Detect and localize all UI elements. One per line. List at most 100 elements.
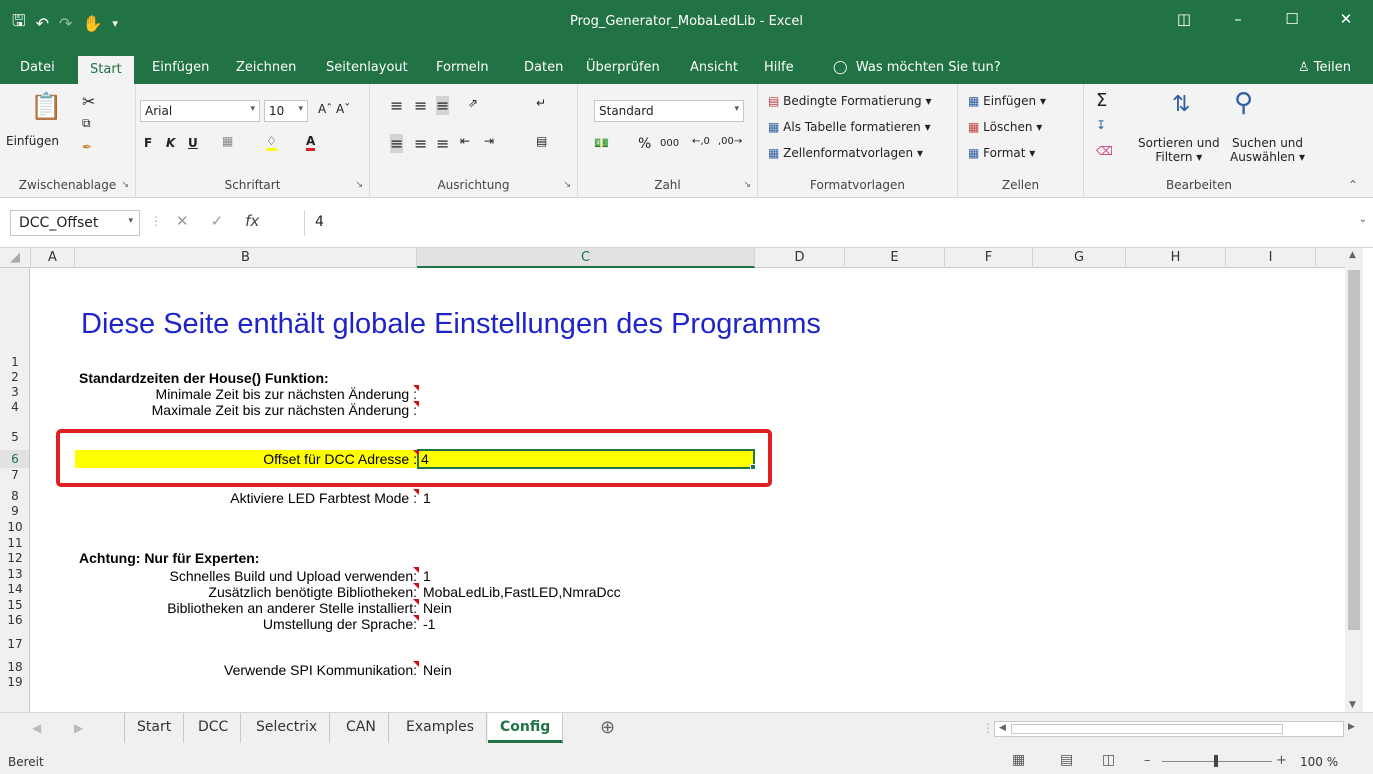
row-header[interactable]: 15 — [0, 598, 29, 613]
column-header-f[interactable]: F — [945, 248, 1033, 268]
column-header-e[interactable]: E — [845, 248, 945, 268]
grow-font-icon[interactable]: Aˆ Aˇ — [318, 102, 350, 116]
tab-ansicht[interactable]: Ansicht — [682, 58, 746, 77]
row-header[interactable]: 16 — [0, 613, 29, 628]
format-painter-icon[interactable]: ✒ — [82, 140, 92, 154]
column-header-d[interactable]: D — [755, 248, 845, 268]
merge-center-icon[interactable]: ▤ — [536, 134, 547, 148]
fast-build-value[interactable]: 1 — [423, 568, 431, 584]
orientation-icon[interactable]: ⇗ — [468, 96, 478, 110]
column-header-c[interactable]: C — [417, 248, 755, 268]
font-size-select[interactable]: 10 ▾ — [264, 100, 308, 122]
collapse-ribbon-icon[interactable]: ⌃ — [1348, 178, 1358, 192]
sheet-tab-selectrix[interactable]: Selectrix — [244, 713, 331, 743]
formula-input[interactable]: 4 — [304, 210, 1353, 236]
dialog-launcher-icon[interactable]: ↘ — [743, 180, 751, 190]
italic-button[interactable]: K — [166, 136, 175, 150]
next-sheet-icon[interactable]: ▶ — [74, 721, 83, 735]
tab-hilfe[interactable]: Hilfe — [756, 58, 802, 77]
bold-button[interactable]: F — [144, 136, 152, 150]
page-break-icon[interactable]: ◫ — [1102, 752, 1115, 768]
minimize-button[interactable]: – — [1211, 0, 1265, 40]
tab-formeln[interactable]: Formeln — [428, 58, 497, 77]
dialog-launcher-icon[interactable]: ↘ — [563, 180, 571, 190]
paste-button[interactable]: Einfügen — [6, 134, 59, 148]
tab-datei[interactable]: Datei — [12, 58, 63, 77]
format-as-table-button[interactable]: ▦ Als Tabelle formatieren ▾ — [768, 120, 931, 134]
scroll-thumb[interactable] — [1011, 724, 1283, 734]
row-header[interactable]: 14 — [0, 582, 29, 597]
tab-einfuegen[interactable]: Einfügen — [144, 58, 217, 77]
row-header[interactable]: 17 — [0, 637, 29, 652]
align-right-icon[interactable]: ≡ — [436, 134, 449, 153]
decrease-decimal-icon[interactable]: ,00→ — [718, 136, 742, 147]
tab-seitenlayout[interactable]: Seitenlayout — [318, 58, 416, 77]
sheet-tab-examples[interactable]: Examples — [394, 713, 488, 743]
scroll-left-icon[interactable]: ◀ — [999, 723, 1006, 733]
align-left-icon[interactable]: ≡ — [390, 134, 404, 153]
decrease-indent-icon[interactable]: ⇤ — [460, 134, 470, 148]
maximize-button[interactable]: ☐ — [1265, 0, 1319, 40]
ribbon-display-icon[interactable]: ◫ — [1157, 0, 1211, 40]
align-middle-icon[interactable]: ≡ — [414, 96, 427, 115]
row-header[interactable]: 6 — [0, 450, 29, 468]
language-value[interactable]: -1 — [423, 616, 435, 632]
drag-handle-icon[interactable]: ⋮ — [150, 214, 162, 228]
sheet-tab-start[interactable]: Start — [124, 713, 185, 743]
close-button[interactable]: ✕ — [1319, 0, 1373, 40]
row-header[interactable]: 13 — [0, 567, 29, 582]
add-sheet-icon[interactable]: ⊕ — [600, 717, 615, 738]
column-header-a[interactable]: A — [31, 248, 75, 268]
thousands-button[interactable]: 000 — [660, 138, 679, 149]
wrap-text-icon[interactable]: ↵ — [536, 96, 546, 110]
row-header[interactable]: 18 — [0, 660, 29, 675]
zoom-level[interactable]: 100 % — [1300, 755, 1338, 769]
sheet-tab-dcc[interactable]: DCC — [186, 713, 242, 743]
column-header-b[interactable]: B — [75, 248, 417, 268]
dialog-launcher-icon[interactable]: ↘ — [121, 180, 129, 190]
tab-daten[interactable]: Daten — [516, 58, 571, 77]
cell-styles-button[interactable]: ▦ Zellenformatvorlagen ▾ — [768, 146, 923, 160]
row-header[interactable]: 8 — [0, 489, 29, 504]
align-bottom-icon[interactable]: ≡ — [436, 96, 450, 115]
share-button[interactable]: ♙ Teilen — [1298, 60, 1351, 75]
scroll-down-icon[interactable]: ▼ — [1349, 700, 1356, 710]
select-all-corner[interactable]: ◢ — [0, 248, 31, 268]
worksheet[interactable]: Diese Seite enthält globale Einstellunge… — [31, 268, 1345, 712]
conditional-formatting-button[interactable]: ▤ Bedingte Formatierung ▾ — [768, 94, 931, 108]
insert-function-button[interactable]: fx — [245, 212, 259, 230]
tab-start[interactable]: Start — [78, 56, 134, 84]
borders-icon[interactable]: ▦ — [222, 134, 233, 148]
tell-me-search[interactable]: ◯ Was möchten Sie tun? — [833, 60, 1001, 75]
percent-button[interactable]: % — [638, 136, 651, 152]
row-header[interactable]: 3 — [0, 385, 29, 400]
fill-color-icon[interactable]: ♢ — [266, 134, 277, 151]
underline-button[interactable]: U — [188, 136, 198, 150]
number-format-select[interactable]: Standard ▾ — [594, 100, 744, 122]
row-header[interactable]: 19 — [0, 675, 29, 690]
row-header[interactable]: 2 — [0, 370, 29, 385]
clear-icon[interactable]: ⌫ — [1096, 144, 1113, 158]
fill-icon[interactable]: ↧ — [1096, 118, 1106, 132]
column-header-h[interactable]: H — [1126, 248, 1226, 268]
row-header[interactable]: 9 — [0, 504, 29, 519]
cancel-icon[interactable]: ✕ — [176, 212, 189, 230]
find-select-button[interactable]: Suchen und Auswählen ▾ — [1230, 136, 1305, 164]
sheet-tab-config[interactable]: Config — [488, 713, 564, 743]
row-header[interactable]: 5 — [0, 430, 29, 445]
align-top-icon[interactable]: ≡ — [390, 96, 403, 115]
delete-cells-button[interactable]: ▦ Löschen ▾ — [968, 120, 1042, 134]
zoom-slider-thumb[interactable] — [1214, 755, 1218, 767]
row-header[interactable]: 1 — [0, 355, 29, 370]
scroll-thumb[interactable] — [1348, 270, 1360, 630]
insert-cells-button[interactable]: ▦ Einfügen ▾ — [968, 94, 1046, 108]
page-layout-icon[interactable]: ▤ — [1060, 752, 1073, 768]
scroll-right-icon[interactable]: ▶ — [1348, 722, 1355, 732]
format-cells-button[interactable]: ▦ Format ▾ — [968, 146, 1035, 160]
row-header[interactable]: 10 — [0, 520, 29, 535]
increase-decimal-icon[interactable]: ←,0 — [692, 136, 710, 147]
libs-other-value[interactable]: Nein — [423, 600, 452, 616]
horizontal-scrollbar[interactable]: ◀ — [994, 721, 1344, 737]
chevron-down-icon[interactable]: ▾ — [128, 216, 133, 226]
cut-icon[interactable]: ✂ — [82, 92, 95, 111]
